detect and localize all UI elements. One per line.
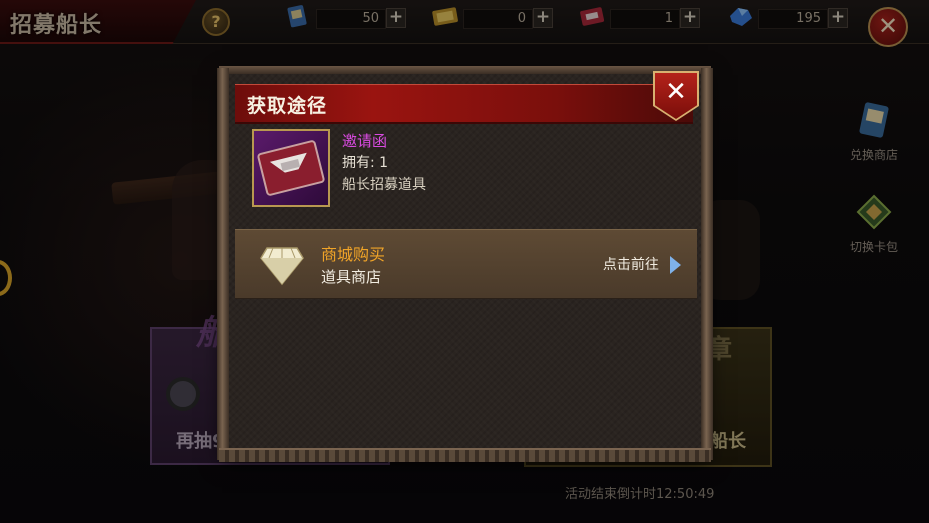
arrow-right-icon: [670, 255, 681, 274]
item-name: 邀请函: [342, 132, 388, 150]
dialog-close-button[interactable]: ✕: [655, 73, 697, 119]
dialog-title: 获取途径: [247, 95, 328, 117]
dialog-header: 获取途径 ✕: [235, 71, 699, 124]
dialog-right-post: [701, 68, 713, 460]
obtain-methods-dialog: 获取途径 ✕ 邀请函 拥有: 1 船长招募道具 商城购买 道具商店 点击前往: [217, 66, 713, 462]
source-subtitle: 道具商店: [321, 268, 382, 286]
dialog-left-post: [217, 68, 229, 460]
diamond-icon: [260, 247, 304, 286]
item-icon-frame: [252, 129, 330, 207]
invitation-letter-icon: [257, 140, 325, 196]
owned-value: 1: [379, 155, 389, 171]
item-owned: 拥有: 1: [342, 152, 388, 172]
item-description: 船长招募道具: [342, 177, 426, 193]
source-title: 商城购买: [321, 245, 386, 264]
owned-label: 拥有:: [342, 155, 375, 171]
dialog-bottom-rail: [219, 448, 711, 462]
goto-label: 点击前往: [602, 257, 659, 273]
goto-button[interactable]: 点击前往: [603, 254, 681, 276]
dialog-top-rail: [219, 66, 711, 74]
source-shop-row[interactable]: 商城购买 道具商店 点击前往: [235, 229, 697, 299]
